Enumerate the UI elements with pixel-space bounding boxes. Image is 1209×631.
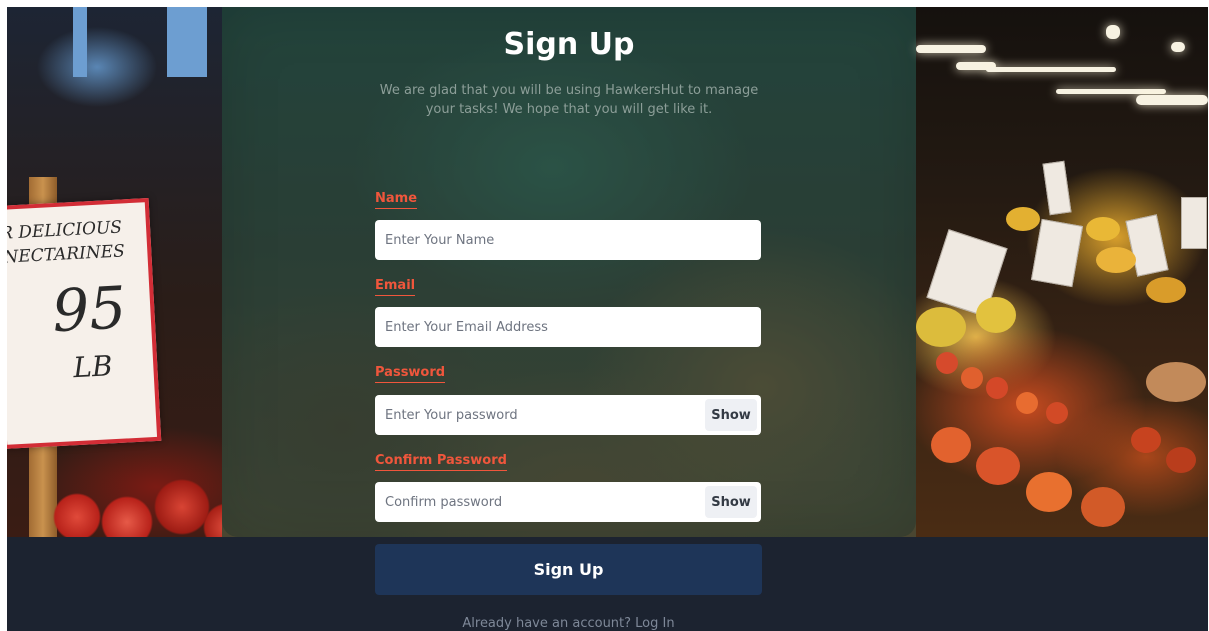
price-tag	[1030, 218, 1084, 288]
fruit	[1096, 247, 1136, 273]
signup-card: Sign Up We are glad that you will be usi…	[222, 7, 916, 537]
hand	[1146, 362, 1206, 402]
price-tag	[1181, 197, 1207, 249]
fruit	[976, 447, 1020, 485]
page-title: Sign Up	[503, 27, 635, 62]
sign-price: 95	[50, 273, 128, 346]
fruit	[1046, 402, 1068, 424]
fruit	[1131, 427, 1161, 453]
email-input[interactable]	[375, 307, 761, 347]
confirm-password-input[interactable]	[375, 482, 761, 522]
fruit	[1086, 217, 1120, 241]
fruit	[1146, 277, 1186, 303]
fruit	[1006, 207, 1040, 231]
ceiling-light	[1136, 95, 1208, 105]
background-right-stall	[916, 7, 1208, 537]
ceiling-light	[986, 67, 1116, 72]
ceiling-light	[916, 45, 986, 53]
signup-button[interactable]: Sign Up	[375, 544, 762, 595]
fruit	[1016, 392, 1038, 414]
password-show-button[interactable]: Show	[705, 399, 757, 431]
fruit	[1026, 472, 1072, 512]
sign-unit: LB	[72, 349, 114, 385]
page-subtitle: We are glad that you will be using Hawke…	[379, 83, 759, 117]
email-label: Email	[375, 278, 416, 296]
ceiling-light	[1056, 89, 1166, 94]
fruit	[916, 307, 966, 347]
ceiling-light	[1171, 42, 1185, 52]
sign-text-line2: NECTARINES	[7, 241, 126, 268]
window-light	[167, 7, 207, 77]
fruit	[961, 367, 983, 389]
app-frame: R DELICIOUS NECTARINES 95 LB Sign Up We …	[7, 7, 1208, 631]
fruit	[976, 297, 1016, 333]
name-label: Name	[375, 191, 418, 209]
ceiling-light	[1106, 25, 1120, 39]
background-left-stall: R DELICIOUS NECTARINES 95 LB	[7, 7, 247, 537]
confirm-password-label: Confirm Password	[375, 453, 507, 471]
apples	[47, 477, 247, 537]
fruit	[1081, 487, 1125, 527]
password-label: Password	[375, 365, 446, 383]
fruit	[986, 377, 1008, 399]
sign-text-line1: R DELICIOUS	[7, 217, 123, 244]
fruit	[931, 427, 971, 463]
name-input[interactable]	[375, 220, 761, 260]
price-sign: R DELICIOUS NECTARINES 95 LB	[7, 198, 162, 449]
price-tag	[1042, 160, 1072, 216]
fruit	[1166, 447, 1196, 473]
confirm-password-show-button[interactable]: Show	[705, 486, 757, 518]
password-input[interactable]	[375, 395, 761, 435]
login-link[interactable]: Already have an account? Log In	[375, 616, 762, 631]
fruit	[936, 352, 958, 374]
window-light	[73, 7, 87, 77]
